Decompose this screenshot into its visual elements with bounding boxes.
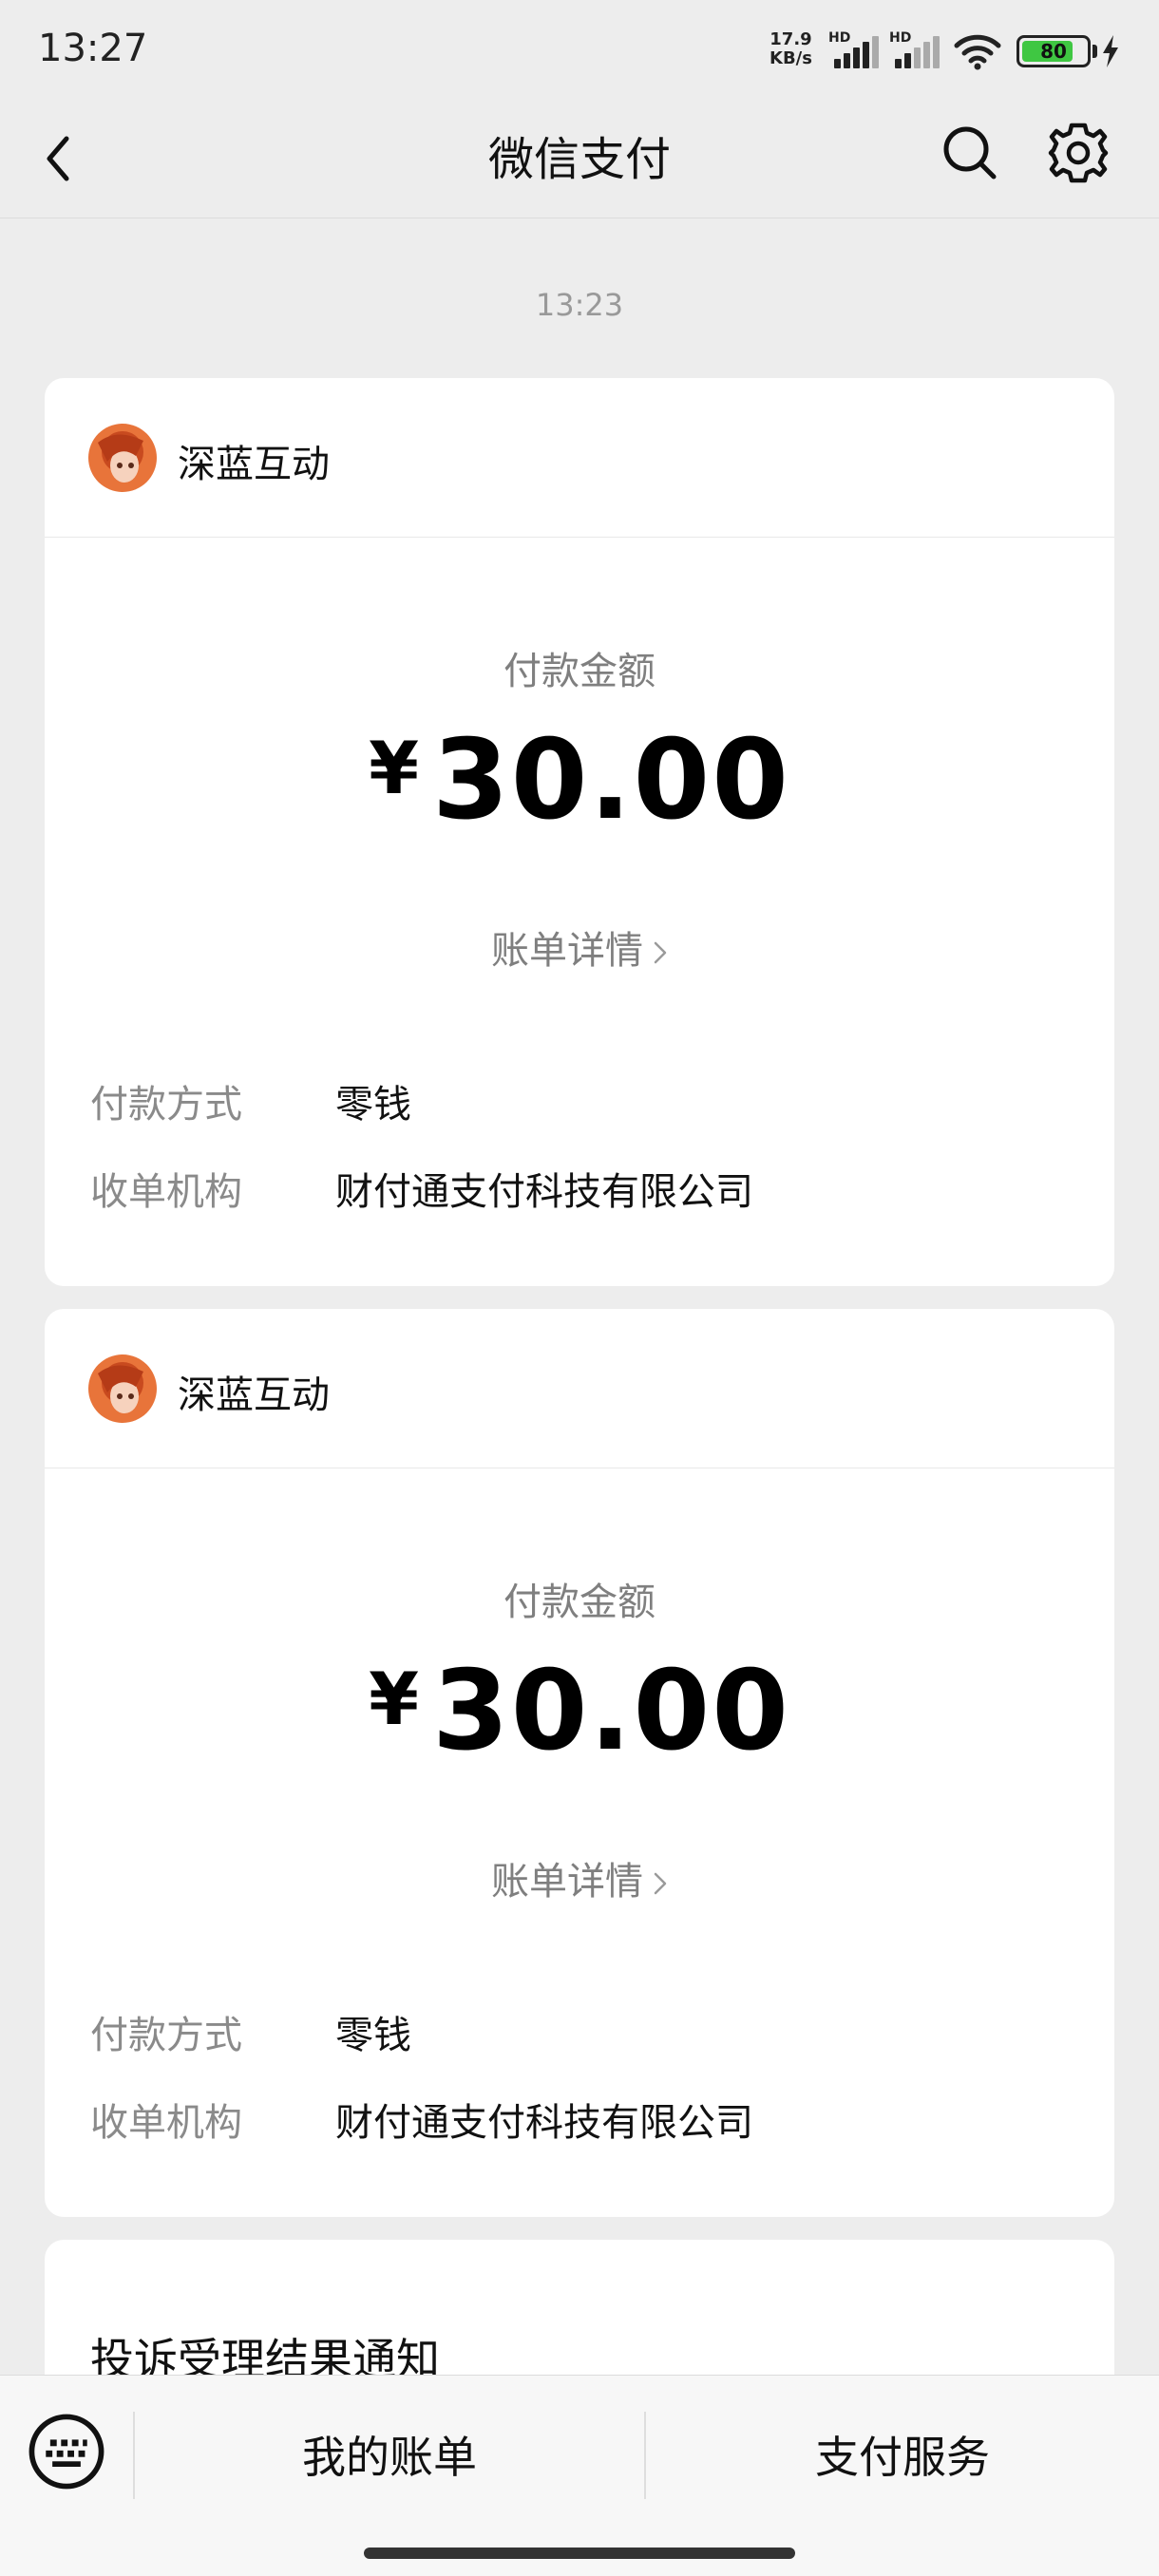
- merchant-name: 深蓝互动: [178, 1373, 330, 1417]
- payment-amount: ¥30.00: [45, 716, 1114, 844]
- currency-symbol: ¥: [369, 726, 421, 810]
- amount-label: 付款金额: [504, 650, 656, 693]
- battery-level: 80: [1040, 40, 1067, 63]
- acquirer-row: 收单机构 财付通支付科技有限公司: [90, 2092, 753, 2147]
- signal-1-label: HD: [828, 30, 851, 46]
- acquirer-label: 收单机构: [90, 2101, 242, 2145]
- my-bills-button[interactable]: 我的账单: [135, 2423, 644, 2486]
- nav-bar: 微信支付: [0, 104, 1159, 218]
- network-speed-value: 17.9: [770, 29, 812, 49]
- search-icon[interactable]: [939, 122, 1001, 184]
- chevron-right-icon: [654, 1872, 667, 1895]
- payment-amount: ¥30.00: [45, 1647, 1114, 1775]
- chevron-right-icon: [654, 941, 667, 964]
- status-bar: 13:27 17.9 KB/s HD HD 80: [0, 0, 1159, 104]
- signal-1-icon: HD: [828, 30, 884, 72]
- gear-icon[interactable]: [1045, 120, 1112, 186]
- acquirer-row: 收单机构 财付通支付科技有限公司: [90, 1161, 753, 1216]
- merchant-avatar: [88, 1354, 157, 1423]
- keyboard-icon[interactable]: [28, 2414, 104, 2490]
- merchant-avatar: [88, 424, 157, 492]
- bottom-menu-bar: 我的账单 支付服务: [0, 2375, 1159, 2576]
- amount-label: 付款金额: [504, 1581, 656, 1624]
- amount-value: 30.00: [431, 716, 790, 844]
- amount-value: 30.00: [431, 1647, 790, 1775]
- payment-method-label: 付款方式: [90, 1083, 242, 1127]
- card-header[interactable]: 深蓝互动: [45, 378, 1114, 538]
- battery-cap: [1092, 45, 1097, 58]
- currency-symbol: ¥: [369, 1657, 421, 1741]
- screen: 13:27 17.9 KB/s HD HD 80 微信支付 13:23 深蓝互动…: [0, 0, 1159, 2576]
- bill-detail-link[interactable]: 账单详情: [45, 1850, 1114, 1905]
- acquirer-value: 财付通支付科技有限公司: [335, 1170, 753, 1214]
- acquirer-value: 财付通支付科技有限公司: [335, 2101, 753, 2145]
- payment-card[interactable]: 深蓝互动 付款金额 ¥30.00 账单详情 付款方式 零钱 收单机构 财付通支付科技…: [45, 1309, 1114, 2217]
- status-time: 13:27: [38, 27, 148, 70]
- wifi-icon: [954, 34, 1001, 70]
- merchant-name: 深蓝互动: [178, 443, 330, 486]
- payment-method-row: 付款方式 零钱: [90, 1073, 411, 1128]
- card-header[interactable]: 深蓝互动: [45, 1309, 1114, 1468]
- network-speed: 17.9 KB/s: [770, 30, 812, 68]
- payment-method-row: 付款方式 零钱: [90, 2004, 411, 2059]
- payment-card[interactable]: 深蓝互动 付款金额 ¥30.00 账单详情 付款方式 零钱 收单机构 财付通支付科技…: [45, 378, 1114, 1286]
- payment-method-value: 零钱: [335, 2014, 411, 2057]
- acquirer-label: 收单机构: [90, 1170, 242, 1214]
- message-timestamp: 13:23: [535, 287, 624, 323]
- signal-2-icon: HD: [889, 30, 944, 72]
- payment-method-label: 付款方式: [90, 2014, 242, 2057]
- battery-icon: 80: [1016, 35, 1091, 67]
- bill-detail-label: 账单详情: [491, 1860, 643, 1904]
- home-indicator[interactable]: [364, 2548, 795, 2559]
- pay-services-button[interactable]: 支付服务: [646, 2423, 1159, 2486]
- signal-2-label: HD: [889, 30, 912, 46]
- bill-detail-link[interactable]: 账单详情: [45, 919, 1114, 975]
- payment-method-value: 零钱: [335, 1083, 411, 1127]
- bill-detail-label: 账单详情: [491, 929, 643, 973]
- network-speed-unit: KB/s: [770, 48, 812, 68]
- charging-icon: [1103, 35, 1118, 67]
